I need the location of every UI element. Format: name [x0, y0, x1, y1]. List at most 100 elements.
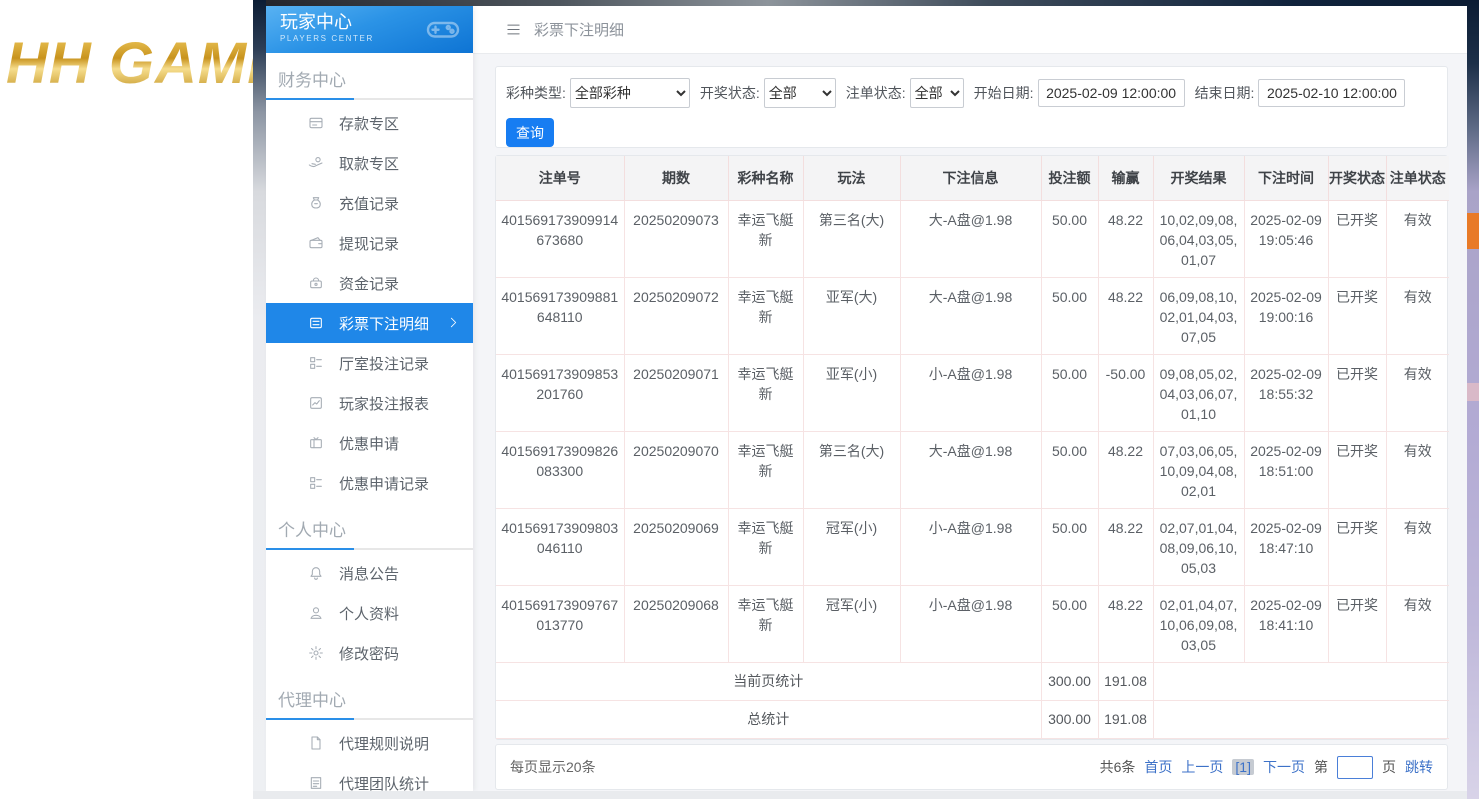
- sidebar-item[interactable]: 取款专区: [266, 143, 473, 183]
- sidebar-item-label: 厅室投注记录: [339, 353, 429, 374]
- table-cell: 20250209070: [624, 431, 728, 508]
- sidebar-item[interactable]: 提现记录: [266, 223, 473, 263]
- table-cell: 50.00: [1041, 585, 1098, 662]
- logo-area: HH GAME: [0, 0, 253, 799]
- table-cell: 20250209071: [624, 354, 728, 431]
- jump-link[interactable]: 跳转: [1405, 757, 1433, 777]
- table-cell: 50.00: [1041, 431, 1098, 508]
- table-cell: -50.00: [1098, 354, 1153, 431]
- summary-label: 总统计: [496, 700, 1041, 738]
- table-cell: 有效: [1386, 354, 1449, 431]
- table-cell: 已开奖: [1328, 200, 1386, 277]
- table-header-cell: 开奖状态: [1328, 156, 1386, 200]
- table-cell: 已开奖: [1328, 277, 1386, 354]
- next-page-link[interactable]: 下一页: [1263, 757, 1305, 777]
- current-page-indicator[interactable]: [1]: [1232, 759, 1254, 775]
- sidebar-item[interactable]: 厅室投注记录: [266, 343, 473, 383]
- table-cell: 大-A盘@1.98: [900, 431, 1041, 508]
- sidebar-item[interactable]: 修改密码: [266, 633, 473, 673]
- table-cell: 第三名(大): [803, 200, 900, 277]
- table-header-cell: 注单状态: [1386, 156, 1449, 200]
- page-title: 彩票下注明细: [534, 19, 624, 40]
- sidebar-item-label: 取款专区: [339, 153, 399, 174]
- doc-icon: [308, 775, 324, 791]
- table-cell: 幸运飞艇新: [728, 508, 803, 585]
- table-cell: 已开奖: [1328, 354, 1386, 431]
- section-underline: [266, 718, 473, 720]
- sidebar-item[interactable]: 充值记录: [266, 183, 473, 223]
- table-cell: 幸运飞艇新: [728, 354, 803, 431]
- sidebar-item[interactable]: 彩票下注明细: [266, 303, 473, 343]
- table-cell: 幸运飞艇新: [728, 585, 803, 662]
- hand-coin-icon: [308, 155, 324, 171]
- draw-status-select[interactable]: 全部: [764, 78, 836, 108]
- table-cell: 已开奖: [1328, 431, 1386, 508]
- sidebar-item[interactable]: 资金记录: [266, 263, 473, 303]
- lottery-type-select[interactable]: 全部彩种: [570, 78, 690, 108]
- sidebar-item[interactable]: 优惠申请记录: [266, 463, 473, 503]
- section-underline: [266, 548, 473, 550]
- table-header-cell: 开奖结果: [1153, 156, 1244, 200]
- sidebar: 玩家中心 PLAYERS CENTER 财务中心存款专区取款专区充值记录提现记录…: [266, 6, 473, 791]
- search-button[interactable]: 查询: [506, 118, 554, 147]
- sidebar-item[interactable]: 玩家投注报表: [266, 383, 473, 423]
- table-cell: 48.22: [1098, 277, 1153, 354]
- filter-row: 彩种类型: 全部彩种 开奖状态: 全部 注单状态: 全部 开始日期: 结束日期:: [496, 67, 1447, 108]
- sidebar-section-title: 财务中心: [278, 66, 473, 91]
- chevron-right-icon: [447, 316, 460, 329]
- sidebar-item[interactable]: 代理规则说明: [266, 723, 473, 763]
- table-cell: 小-A盘@1.98: [900, 585, 1041, 662]
- end-date-input[interactable]: [1258, 79, 1405, 107]
- table-cell: 大-A盘@1.98: [900, 200, 1041, 277]
- table-cell: 已开奖: [1328, 585, 1386, 662]
- sidebar-item-label: 优惠申请: [339, 433, 399, 454]
- table-cell: 2025-02-09 18:41:10: [1244, 585, 1328, 662]
- filter-panel: 彩种类型: 全部彩种 开奖状态: 全部 注单状态: 全部 开始日期: 结束日期:…: [495, 66, 1448, 148]
- table-cell: 50.00: [1041, 354, 1098, 431]
- table-cell: 401569173909803046110: [496, 508, 624, 585]
- summary-label: 当前页统计: [496, 662, 1041, 700]
- table-cell: 02,01,04,07,10,06,09,08,03,05: [1153, 585, 1244, 662]
- table-cell: 幸运飞艇新: [728, 277, 803, 354]
- bell-icon: [308, 565, 324, 581]
- summary-empty: [1153, 700, 1449, 738]
- sidebar-item[interactable]: 存款专区: [266, 103, 473, 143]
- sidebar-item-label: 代理规则说明: [339, 733, 429, 754]
- table-cell: 20250209072: [624, 277, 728, 354]
- table-row: 40156917390985320176020250209071幸运飞艇新亚军(…: [496, 354, 1449, 431]
- sidebar-section-title: 代理中心: [278, 686, 473, 711]
- table-cell: 2025-02-09 19:00:16: [1244, 277, 1328, 354]
- gear-icon: [308, 645, 324, 661]
- hamburger-menu-icon[interactable]: [505, 22, 522, 37]
- chart-icon: [308, 395, 324, 411]
- table-header-cell: 下注信息: [900, 156, 1041, 200]
- lottery-type-label: 彩种类型:: [506, 83, 566, 103]
- sidebar-item-label: 存款专区: [339, 113, 399, 134]
- first-page-link[interactable]: 首页: [1144, 757, 1172, 777]
- sidebar-item-label: 优惠申请记录: [339, 473, 429, 494]
- summary-winloss-total: 191.08: [1098, 662, 1153, 700]
- moneybag-icon: [308, 195, 324, 211]
- table-cell: 50.00: [1041, 508, 1098, 585]
- prev-page-link[interactable]: 上一页: [1181, 757, 1223, 777]
- table-cell: 亚军(小): [803, 354, 900, 431]
- table-cell: 02,07,01,04,08,09,06,10,05,03: [1153, 508, 1244, 585]
- summary-bet-total: 300.00: [1041, 700, 1098, 738]
- sidebar-item[interactable]: 个人资料: [266, 593, 473, 633]
- summary-row: 总统计300.00191.08: [496, 700, 1449, 738]
- underline-accent: [266, 98, 354, 100]
- underline-accent: [266, 718, 354, 720]
- sidebar-item[interactable]: 消息公告: [266, 553, 473, 593]
- breadcrumb-bar: 彩票下注明细: [473, 6, 1467, 54]
- start-date-input[interactable]: [1038, 79, 1185, 107]
- sidebar-menu: 财务中心存款专区取款专区充值记录提现记录资金记录彩票下注明细厅室投注记录玩家投注…: [266, 66, 473, 803]
- sidebar-header: 玩家中心 PLAYERS CENTER: [266, 6, 473, 53]
- table-cell: 冠军(小): [803, 585, 900, 662]
- table-cell: 401569173909767013770: [496, 585, 624, 662]
- bets-table: 注单号期数彩种名称玩法下注信息投注额输赢开奖结果下注时间开奖状态注单状态 401…: [496, 156, 1449, 739]
- table-cell: 大-A盘@1.98: [900, 277, 1041, 354]
- sidebar-item-label: 资金记录: [339, 273, 399, 294]
- page-jump-input[interactable]: [1337, 756, 1373, 779]
- sidebar-item[interactable]: 优惠申请: [266, 423, 473, 463]
- order-status-select[interactable]: 全部: [910, 78, 964, 108]
